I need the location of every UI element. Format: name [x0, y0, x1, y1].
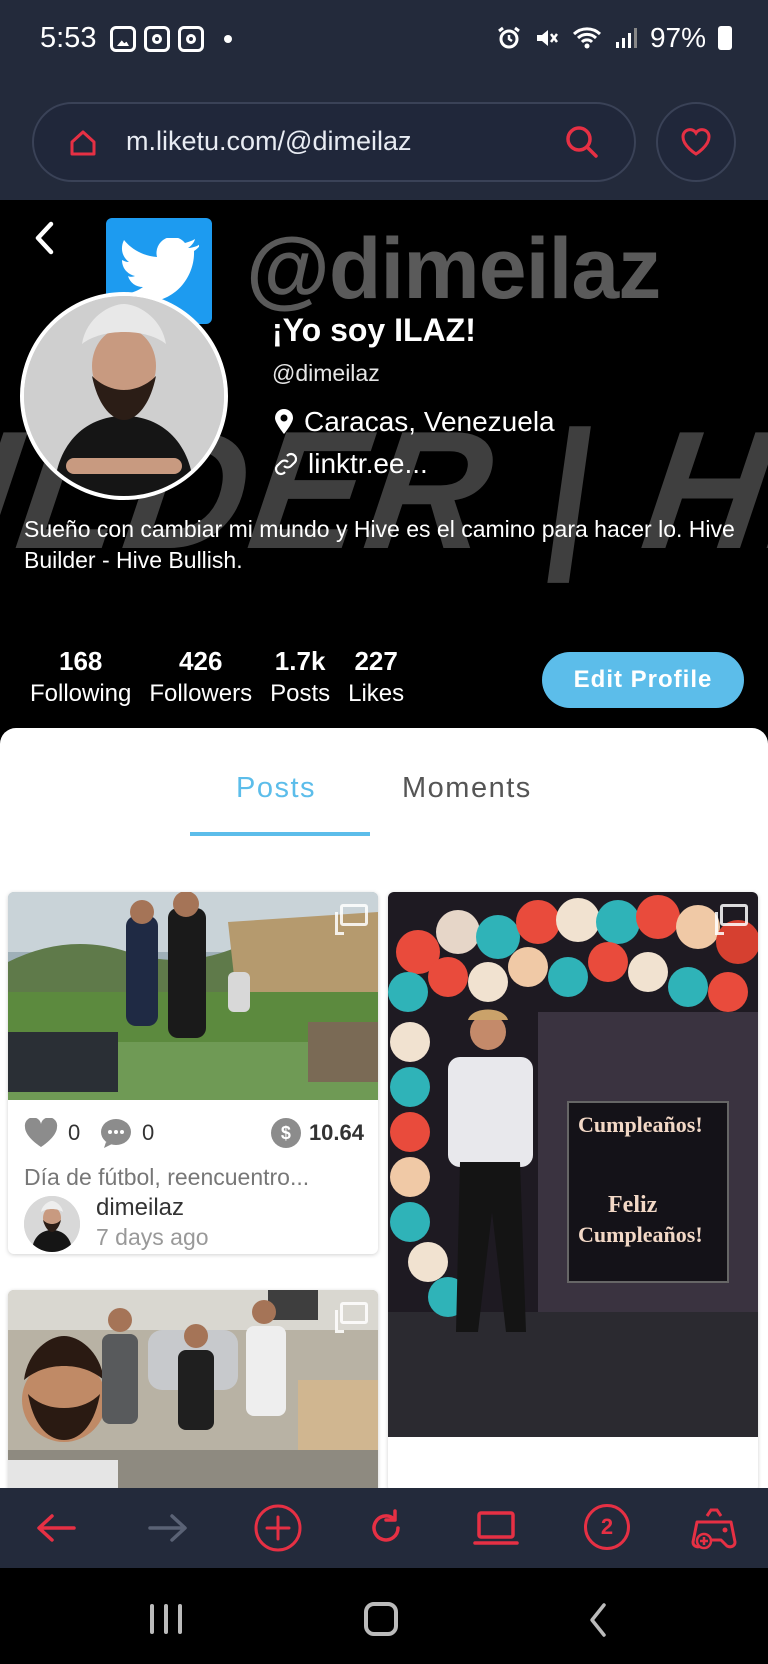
post-card[interactable]	[8, 1290, 378, 1488]
heart-icon	[24, 1118, 58, 1147]
post-time: 7 days ago	[96, 1224, 209, 1250]
stat-label: Following	[30, 680, 132, 707]
search-icon[interactable]	[564, 124, 600, 160]
system-back-icon[interactable]	[588, 1602, 608, 1638]
post-image[interactable]	[8, 1290, 378, 1488]
status-bar: 5:53 97%	[0, 0, 768, 84]
browser-toolbar: 2	[0, 1488, 768, 1568]
banner-text: Cumpleaños!	[578, 1112, 703, 1137]
recent-apps-button[interactable]	[150, 1604, 182, 1634]
mute-icon	[536, 30, 558, 46]
comment-button[interactable]: 0	[100, 1118, 154, 1148]
author-avatar[interactable]	[24, 1196, 80, 1252]
back-icon[interactable]	[32, 218, 56, 258]
home-icon[interactable]	[68, 128, 98, 158]
post-card[interactable]: 0 0 $ 10.64 Día de fútbol, reencuentro..…	[8, 892, 378, 1254]
system-icons: 97%	[496, 22, 732, 54]
url-field[interactable]: m.liketu.com/@dimeilaz	[32, 102, 636, 182]
forward-arrow-icon	[148, 1514, 187, 1542]
dollar-icon: $	[270, 1118, 301, 1148]
signal-icon	[615, 28, 637, 48]
profile-content: Posts Moments 0 0 $ 10.64 Día de fútbol,…	[0, 728, 768, 1488]
stat-value: 227	[354, 646, 398, 676]
home-button[interactable]	[364, 1602, 398, 1636]
alarm-icon	[498, 26, 520, 49]
like-button[interactable]: 0	[24, 1118, 80, 1148]
tab-moments[interactable]: Moments	[402, 772, 532, 805]
post-meta: 0 0 $ 10.64	[24, 1114, 364, 1154]
multiple-images-icon	[335, 904, 368, 935]
stat-likes[interactable]: 227 Likes	[348, 644, 404, 710]
heart-icon	[681, 128, 711, 156]
active-tab-indicator	[190, 832, 370, 836]
profile-location: Caracas, Venezuela	[274, 406, 555, 438]
post-title[interactable]: Día de fútbol, reencuentro...	[24, 1164, 309, 1191]
back-arrow-icon	[37, 1514, 76, 1542]
author-name[interactable]: dimeilaz	[96, 1194, 184, 1222]
new-tab-button[interactable]	[250, 1500, 306, 1556]
wifi-icon	[572, 27, 601, 49]
comment-icon	[101, 1119, 131, 1148]
battery-percent: 97%	[649, 22, 706, 53]
stat-value: 168	[59, 646, 103, 676]
notification-icons	[110, 26, 232, 52]
stat-followers[interactable]: 426 Followers	[149, 644, 252, 710]
battery-icon	[718, 26, 732, 50]
location-text: Caracas, Venezuela	[304, 406, 555, 437]
stat-value: 426	[179, 646, 223, 676]
instagram-icon	[144, 26, 170, 52]
post-image[interactable]: Cumpleaños! Feliz Cumpleaños!	[388, 892, 758, 1437]
profile-stats: 168 Following 426 Followers 1.7k Posts 2…	[30, 644, 404, 710]
edit-profile-button[interactable]: Edit Profile	[542, 652, 744, 708]
profile-name: ¡Yo soy ILAZ!	[272, 312, 476, 348]
link-text[interactable]: linktr.ee...	[308, 448, 428, 480]
banner-text: Feliz	[608, 1192, 658, 1218]
post-image[interactable]	[8, 892, 378, 1100]
content-tabs: Posts Moments	[0, 772, 768, 832]
post-payout: $ 10.64	[270, 1118, 364, 1148]
desktop-mode-button[interactable]	[468, 1500, 524, 1556]
payout-value: 10.64	[308, 1120, 364, 1145]
multiple-images-icon	[335, 1302, 368, 1333]
profile-handle: @dimeilaz	[272, 360, 380, 386]
desktop-icon	[473, 1511, 519, 1545]
android-navigation-bar	[0, 1568, 768, 1664]
instagram-icon	[178, 26, 204, 52]
stat-label: Likes	[348, 680, 405, 707]
location-pin-icon	[275, 409, 293, 434]
more-notifications-dot	[224, 35, 232, 43]
multiple-images-icon	[715, 904, 748, 935]
gallery-icon	[110, 26, 136, 52]
favorite-button[interactable]	[656, 102, 736, 182]
game-button[interactable]	[686, 1500, 742, 1556]
tabs-icon[interactable]: 2	[584, 1504, 630, 1550]
post-card[interactable]: Cumpleaños! Feliz Cumpleaños!	[388, 892, 758, 1488]
stat-following[interactable]: 168 Following	[30, 644, 131, 710]
add-icon	[254, 1504, 302, 1552]
browser-address-bar: m.liketu.com/@dimeilaz	[0, 84, 768, 200]
url-text[interactable]: m.liketu.com/@dimeilaz	[126, 126, 411, 157]
stat-label: Followers	[149, 680, 253, 707]
forward-button[interactable]	[140, 1500, 196, 1556]
tab-posts[interactable]: Posts	[236, 772, 316, 805]
profile-bio: Sueño con cambiar mi mundo y Hive es el …	[24, 516, 735, 573]
game-icon	[691, 1508, 737, 1550]
like-count: 0	[68, 1120, 81, 1145]
status-time: 5:53	[40, 22, 97, 54]
stat-label: Posts	[270, 680, 331, 707]
profile-link[interactable]: linktr.ee...	[274, 448, 428, 480]
profile-header: @dimeilaz ILDER | HIVE ¡Yo soy ILAZ! @di…	[0, 200, 768, 730]
back-button[interactable]	[28, 1500, 84, 1556]
banner-text: Cumpleaños!	[578, 1222, 703, 1247]
link-icon	[274, 452, 298, 476]
stat-value: 1.7k	[274, 646, 326, 676]
profile-avatar[interactable]	[20, 292, 228, 500]
refresh-icon	[372, 1509, 400, 1542]
reload-button[interactable]	[358, 1500, 414, 1556]
stat-posts[interactable]: 1.7k Posts	[270, 644, 330, 710]
cover-handle-text: @dimeilaz	[246, 221, 661, 317]
comment-count: 0	[142, 1120, 155, 1145]
